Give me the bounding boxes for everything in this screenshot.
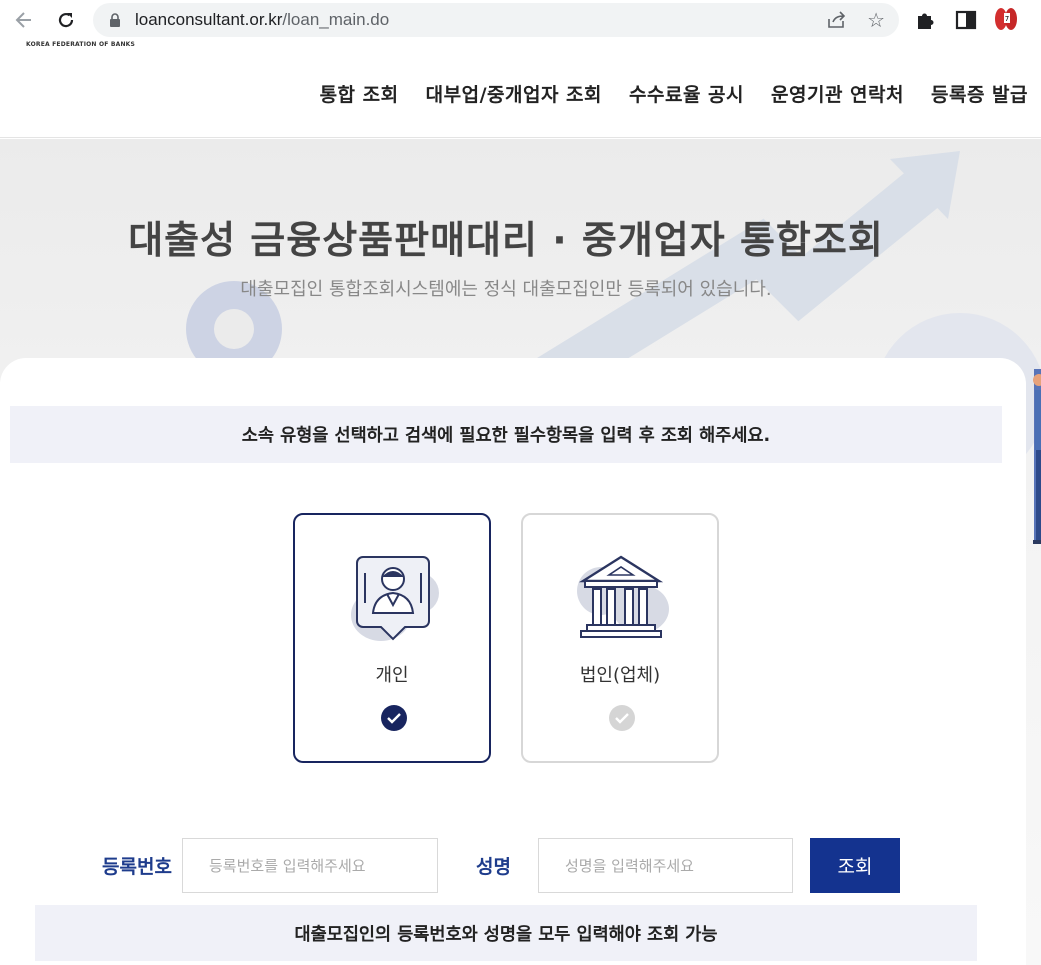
check-icon-unselected (609, 705, 635, 731)
type-label-individual: 개인 (375, 665, 409, 686)
svg-text:7: 7 (1005, 15, 1009, 23)
lock-icon (110, 13, 120, 27)
site-header: KOREA FEDERATION OF BANKS 통합 조회 대부업/중개업자… (0, 40, 1041, 138)
site-logo[interactable]: KOREA FEDERATION OF BANKS (26, 41, 135, 48)
nav-certificate-issue[interactable]: 등록증 발급 (931, 80, 1028, 107)
url-text: loanconsultant.or.kr/loan_main.do (135, 10, 390, 29)
nav-agency-contacts[interactable]: 운영기관 연락처 (771, 80, 904, 107)
illustration-figure (1033, 374, 1041, 544)
type-option-individual[interactable]: 개인 (293, 513, 491, 763)
type-label-corporate: 법인(업체) (579, 665, 661, 686)
name-input[interactable] (538, 838, 793, 893)
search-button[interactable]: 조회 (810, 838, 900, 893)
registration-number-input[interactable] (182, 838, 438, 893)
input-requirement-note: 대출모집인의 등록번호와 성명을 모두 입력해야 조회 가능 (35, 905, 977, 961)
page-title: 대출성 금융상품판매대리 · 중개업자 통합조회 (128, 218, 884, 262)
registration-number-label: 등록번호 (102, 856, 172, 878)
profile-icon[interactable]: 7 (992, 5, 1020, 33)
puzzle-icon[interactable] (914, 8, 938, 32)
search-card: 소속 유형을 선택하고 검색에 필요한 필수항목을 입력 후 조회 해주세요. … (0, 358, 1026, 965)
bank-building-icon (577, 555, 669, 638)
person-icon (351, 556, 439, 641)
instruction-banner: 소속 유형을 선택하고 검색에 필요한 필수항목을 입력 후 조회 해주세요. (10, 406, 1002, 463)
name-label: 성명 (476, 856, 511, 878)
type-option-corporate[interactable]: 법인(업체) (521, 513, 719, 763)
share-icon[interactable] (827, 11, 847, 29)
page-subtitle: 대출모집인 통합조회시스템에는 정식 대출모집인만 등록되어 있습니다. (240, 279, 772, 300)
nav-lender-broker-search[interactable]: 대부업/중개업자 조회 (426, 80, 602, 107)
back-arrow-icon[interactable] (10, 6, 38, 34)
main-nav: 통합 조회 대부업/중개업자 조회 수수료율 공시 운영기관 연락처 등록증 발… (320, 80, 1028, 107)
nav-integrated-search[interactable]: 통합 조회 (320, 80, 399, 107)
star-icon[interactable]: ☆ (867, 8, 885, 32)
nav-fee-rate-disclosure[interactable]: 수수료율 공시 (629, 80, 744, 107)
reload-icon[interactable] (52, 6, 80, 34)
browser-toolbar: loanconsultant.or.kr/loan_main.do ☆ 7 (0, 0, 1041, 40)
check-icon-selected (381, 705, 407, 731)
side-panel-icon[interactable] (954, 8, 978, 32)
address-bar[interactable]: loanconsultant.or.kr/loan_main.do ☆ (93, 3, 899, 37)
